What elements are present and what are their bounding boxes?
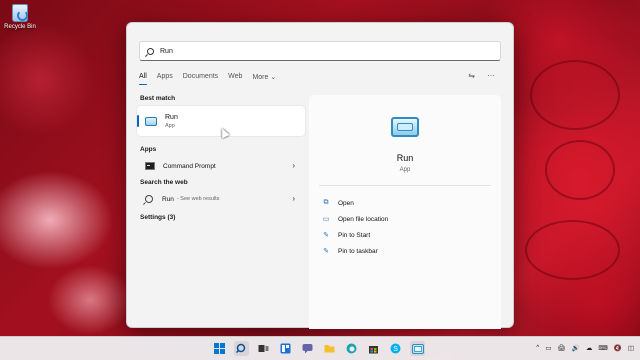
preview-app-name: Run bbox=[396, 153, 414, 163]
recycle-bin-label: Recycle Bin bbox=[4, 24, 36, 30]
tab-all[interactable]: All bbox=[139, 73, 147, 85]
task-view-button[interactable] bbox=[256, 341, 271, 356]
pin-icon: ✎ bbox=[323, 248, 329, 255]
edge-icon bbox=[346, 343, 357, 354]
action-pin-to-taskbar-label: Pin to taskbar bbox=[338, 247, 378, 255]
panel-top-actions: ⇋ ··· bbox=[468, 71, 495, 80]
battery-icon[interactable]: ▭ bbox=[545, 344, 551, 352]
wallpaper-petal bbox=[530, 60, 620, 130]
wallpaper-petal bbox=[525, 220, 620, 280]
settings-heading[interactable]: Settings (3) bbox=[137, 214, 305, 221]
tab-documents[interactable]: Documents bbox=[183, 73, 218, 84]
skype-icon: S bbox=[390, 343, 401, 354]
best-match-type: App bbox=[165, 122, 175, 129]
command-prompt-label: Command Prompt bbox=[163, 162, 216, 170]
app-command-prompt[interactable]: Command Prompt › bbox=[137, 157, 305, 175]
action-open-label: Open bbox=[338, 199, 354, 207]
action-open-file-location[interactable]: ▭ Open file location bbox=[321, 211, 389, 227]
file-explorer-button[interactable] bbox=[322, 341, 337, 356]
filter-tabs: All Apps Documents Web More ⌄ bbox=[139, 73, 276, 85]
action-pin-to-taskbar[interactable]: ✎ Pin to taskbar bbox=[321, 243, 388, 259]
web-result-run[interactable]: Run - See web results › bbox=[137, 190, 305, 208]
search-input[interactable]: Run bbox=[139, 41, 501, 61]
tab-apps[interactable]: Apps bbox=[157, 73, 173, 84]
web-heading: Search the web bbox=[140, 179, 188, 186]
svg-text:S: S bbox=[393, 346, 398, 353]
run-icon bbox=[411, 343, 424, 354]
web-search-icon bbox=[145, 195, 153, 203]
printer-icon[interactable]: 🖨 bbox=[558, 344, 566, 352]
store-icon bbox=[369, 346, 378, 354]
share-icon[interactable]: ⇋ bbox=[468, 71, 475, 80]
store-button[interactable] bbox=[366, 341, 381, 356]
search-panel: Run All Apps Documents Web More ⌄ ⇋ ··· … bbox=[126, 22, 514, 329]
windows-logo-icon bbox=[214, 343, 225, 354]
more-options-icon[interactable]: ··· bbox=[487, 71, 495, 80]
web-result-sub: - See web results bbox=[176, 196, 220, 202]
chevron-right-icon[interactable]: › bbox=[292, 194, 295, 203]
file-explorer-icon bbox=[324, 345, 335, 353]
run-app-icon bbox=[145, 116, 157, 126]
open-icon: ⧉ bbox=[323, 199, 329, 206]
web-result-label: Run bbox=[162, 195, 174, 203]
preview-divider bbox=[319, 185, 491, 186]
widgets-icon bbox=[280, 343, 291, 354]
tab-more-label: More bbox=[252, 74, 269, 81]
best-match-heading: Best match bbox=[140, 95, 176, 102]
taskbar: S ^ ▭ 🖨 🔊 ☁ ⌨ 🔇 ◫ bbox=[0, 336, 640, 360]
task-view-icon bbox=[258, 345, 269, 352]
action-pin-to-start-label: Pin to Start bbox=[338, 231, 371, 239]
wallpaper-petal bbox=[545, 140, 615, 200]
taskbar-apps: S bbox=[212, 341, 425, 356]
taskbar-search-button[interactable] bbox=[234, 341, 249, 356]
start-button[interactable] bbox=[212, 341, 227, 356]
chat-button[interactable] bbox=[300, 341, 315, 356]
mute-icon[interactable]: 🔇 bbox=[614, 344, 622, 352]
search-query-text: Run bbox=[160, 47, 173, 55]
recycle-bin-icon bbox=[12, 4, 28, 22]
chat-icon bbox=[302, 344, 313, 354]
folder-icon: ▭ bbox=[322, 216, 330, 223]
preview-app-type: App bbox=[399, 167, 411, 173]
apps-heading: Apps bbox=[140, 146, 157, 153]
results-list: Best match Run App Apps Command Prompt ›… bbox=[137, 95, 305, 225]
best-match-name: Run bbox=[165, 113, 178, 121]
action-pin-to-start[interactable]: ✎ Pin to Start bbox=[321, 227, 388, 243]
action-open-file-location-label: Open file location bbox=[338, 215, 389, 223]
tab-more[interactable]: More ⌄ bbox=[252, 73, 276, 84]
command-prompt-icon bbox=[145, 162, 155, 170]
tray-overflow-chevron-icon[interactable]: ^ bbox=[536, 344, 539, 352]
preview-actions: ⧉ Open ▭ Open file location ✎ Pin to Sta… bbox=[321, 195, 389, 259]
chevron-down-icon: ⌄ bbox=[270, 74, 277, 81]
volume-icon[interactable]: 🔊 bbox=[572, 344, 580, 352]
keyboard-icon[interactable]: ⌨ bbox=[598, 344, 607, 352]
run-app-large-icon bbox=[391, 117, 419, 137]
pin-icon: ✎ bbox=[323, 232, 329, 239]
widgets-button[interactable] bbox=[278, 341, 293, 356]
edge-button[interactable] bbox=[344, 341, 359, 356]
notifications-icon[interactable]: ◫ bbox=[628, 344, 634, 352]
tab-web[interactable]: Web bbox=[228, 73, 242, 84]
search-icon bbox=[147, 47, 154, 55]
run-taskbar-button[interactable] bbox=[410, 341, 425, 356]
skype-button[interactable]: S bbox=[388, 341, 403, 356]
preview-pane: Run App ⧉ Open ▭ Open file location ✎ Pi… bbox=[309, 95, 501, 329]
chevron-right-icon[interactable]: › bbox=[292, 161, 295, 170]
system-tray: ^ ▭ 🖨 🔊 ☁ ⌨ 🔇 ◫ bbox=[536, 344, 634, 352]
recycle-bin-shortcut[interactable]: Recycle Bin bbox=[4, 4, 36, 30]
search-icon bbox=[236, 343, 246, 354]
onedrive-icon[interactable]: ☁ bbox=[586, 344, 593, 352]
action-open[interactable]: ⧉ Open bbox=[321, 195, 388, 211]
